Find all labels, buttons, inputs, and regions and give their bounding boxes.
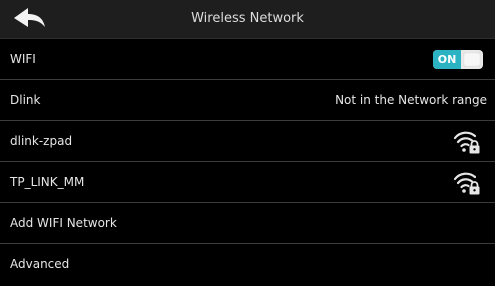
add-wifi-network-row[interactable]: Add WIFI Network <box>0 203 495 244</box>
page-title: Wireless Network <box>191 11 304 26</box>
network-name: TP_LINK_MM <box>10 175 85 189</box>
add-wifi-network-label: Add WIFI Network <box>10 216 117 230</box>
toggle-knob <box>463 52 481 67</box>
network-status: Not in the Network range <box>335 93 487 107</box>
network-row-tp-link-mm[interactable]: TP_LINK_MM <box>0 162 495 203</box>
wireless-network-screen: Wireless Network WIFI ON Dlink Not in th… <box>0 0 495 286</box>
settings-list: WIFI ON Dlink Not in the Network range d… <box>0 39 495 285</box>
network-name: dlink-zpad <box>10 134 73 148</box>
title-bar: Wireless Network <box>0 0 495 39</box>
network-row-dlink-zpad[interactable]: dlink-zpad <box>0 121 495 162</box>
network-name: Dlink <box>10 93 41 107</box>
advanced-row[interactable]: Advanced <box>0 244 495 285</box>
back-button[interactable] <box>10 5 50 33</box>
wifi-toggle[interactable]: ON <box>433 50 483 69</box>
back-arrow-icon <box>14 8 45 27</box>
wifi-lock-icon <box>453 131 480 154</box>
wifi-lock-icon <box>453 172 480 195</box>
network-row-dlink[interactable]: Dlink Not in the Network range <box>0 80 495 121</box>
toggle-on-label: ON <box>433 50 461 69</box>
wifi-row[interactable]: WIFI ON <box>0 39 495 80</box>
advanced-label: Advanced <box>10 257 70 271</box>
wifi-label: WIFI <box>10 52 36 66</box>
